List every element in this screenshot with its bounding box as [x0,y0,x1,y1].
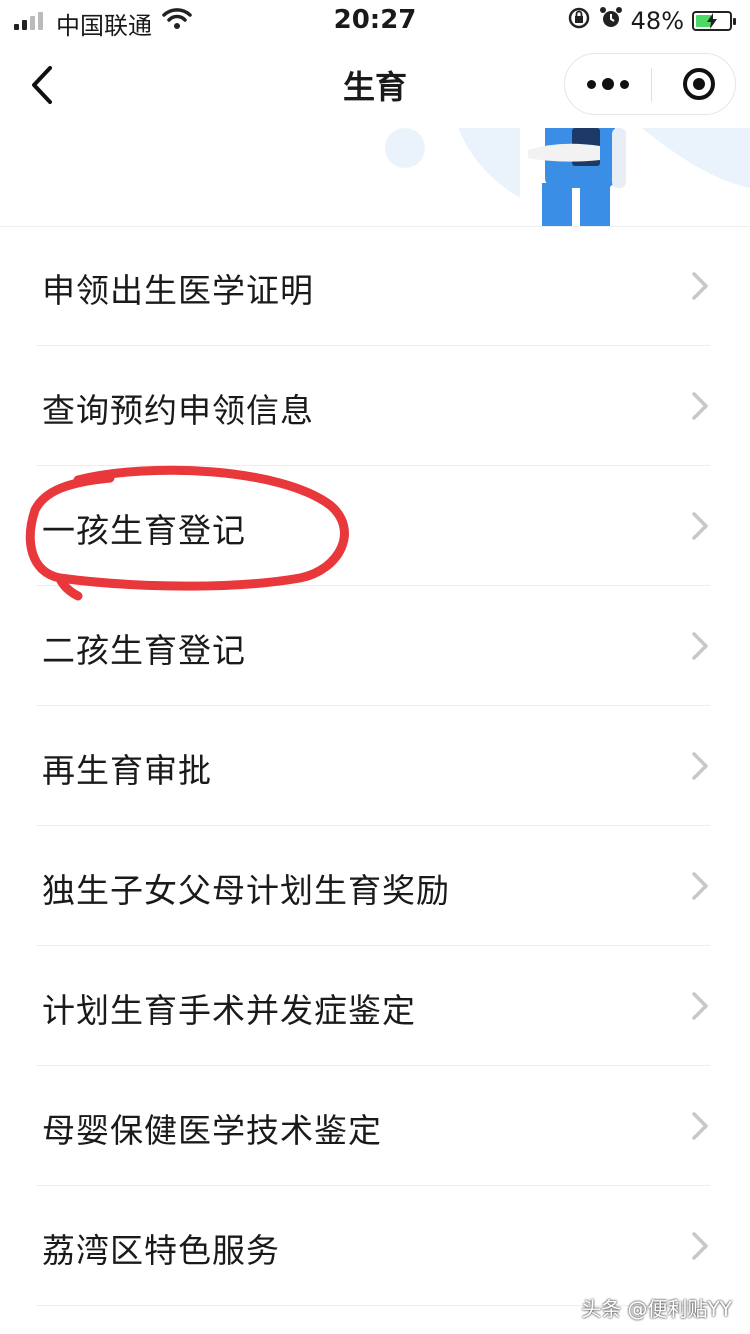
list-item[interactable]: 二孩生育登记 [0,586,750,706]
list-item[interactable]: 查询预约申领信息 [0,346,750,466]
list-item[interactable]: 母婴保健医学技术鉴定 [0,1066,750,1186]
list-item-label: 一孩生育登记 [42,511,246,550]
list-item-label: 再生育审批 [42,751,212,790]
battery-icon [692,11,736,31]
watermark: 头条 @便利贴YY [581,1297,732,1321]
list-item-label: 查询预约申领信息 [42,391,314,430]
list-item[interactable]: 再生育审批 [0,706,750,826]
chevron-right-icon [690,1230,710,1262]
list-item[interactable]: 荔湾区特色服务 [0,1186,750,1306]
list-item-label: 申领出生医学证明 [42,271,314,310]
list-item-label: 独生子女父母计划生育奖励 [42,871,450,910]
chevron-right-icon [690,1110,710,1142]
service-menu-list: 申领出生医学证明 查询预约申领信息 一孩生育登记 二孩生育登记 再生育审批独生子女父母计… [0,226,750,1306]
list-item-label: 荔湾区特色服务 [42,1231,280,1270]
list-item-label: 母婴保健医学技术鉴定 [42,1111,382,1150]
chevron-right-icon [690,990,710,1022]
list-item[interactable]: 申领出生医学证明 [0,226,750,346]
chevron-right-icon [690,750,710,782]
more-icon[interactable] [565,54,651,114]
navigation-bar: 生育 [0,42,750,128]
list-item-label: 计划生育手术并发症鉴定 [42,991,416,1030]
list-item[interactable]: 独生子女父母计划生育奖励 [0,826,750,946]
capsule-divider [651,68,652,102]
miniprogram-capsule [564,53,736,115]
alarm-icon [599,6,623,36]
chevron-right-icon [690,870,710,902]
status-bar: 中国联通 20:27 48% [0,0,750,42]
list-item[interactable]: 一孩生育登记 [0,466,750,586]
close-target-icon[interactable] [681,66,717,102]
lock-rotation-icon [567,6,591,36]
list-item-label: 二孩生育登记 [42,631,246,670]
chevron-right-icon [690,630,710,662]
list-item[interactable]: 计划生育手术并发症鉴定 [0,946,750,1066]
chevron-right-icon [690,390,710,422]
chevron-right-icon [690,270,710,302]
banner-illustration [0,128,750,227]
battery-percent: 48% [630,7,684,35]
chevron-right-icon [690,510,710,542]
